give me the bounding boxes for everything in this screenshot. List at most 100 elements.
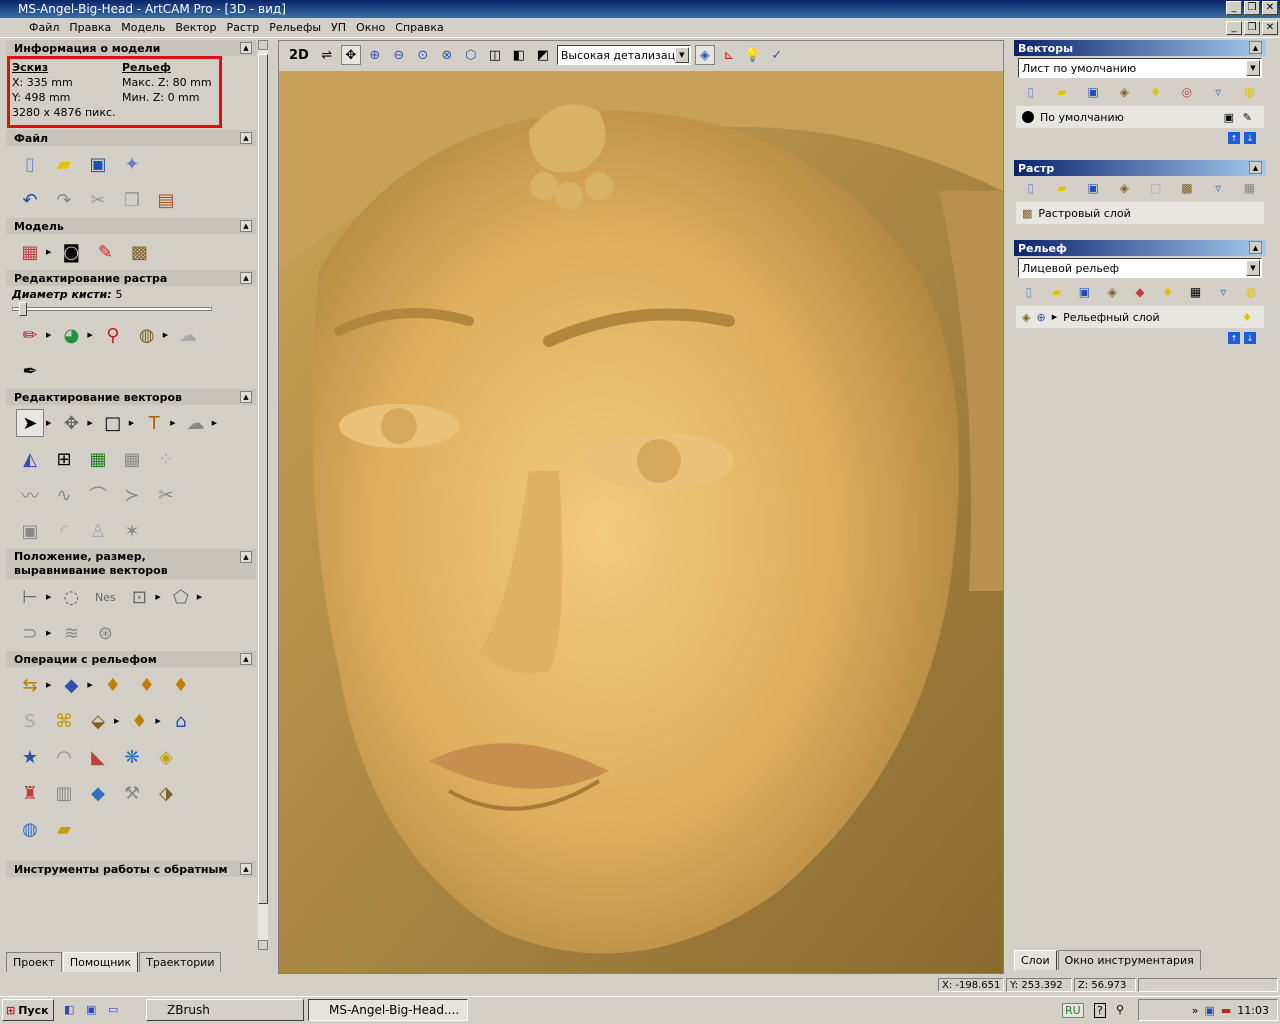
swap-view-icon[interactable]: ⇌ bbox=[317, 45, 337, 65]
undo-icon[interactable]: ↶ bbox=[16, 186, 44, 214]
relief-header[interactable]: Рельеф ▲ bbox=[1014, 240, 1266, 256]
tray-tool-icon[interactable]: ⚲ bbox=[1116, 1003, 1124, 1016]
menu-reliefs[interactable]: Рельефы bbox=[264, 21, 326, 34]
new-relief-icon[interactable]: ▯ bbox=[1020, 285, 1038, 299]
transform-icon[interactable]: ✥ bbox=[57, 409, 85, 437]
delete-relief-icon[interactable]: ▿ bbox=[1214, 285, 1232, 299]
circle-dots-icon[interactable]: ◌ bbox=[57, 583, 85, 611]
globe-icon[interactable]: ◍ bbox=[16, 815, 44, 843]
lang-indicator[interactable]: RU bbox=[1062, 1003, 1084, 1018]
combine-relief-icon[interactable]: ⇆ bbox=[16, 671, 44, 699]
picture-icon[interactable]: ▩ bbox=[125, 238, 153, 266]
fill-icon[interactable]: ◕ bbox=[57, 321, 85, 349]
menu-raster[interactable]: Растр bbox=[221, 21, 264, 34]
check-icon[interactable]: ✓ bbox=[767, 45, 787, 65]
texture-icon[interactable]: ❋ bbox=[118, 743, 146, 771]
open-folder-icon[interactable]: ▰ bbox=[50, 150, 78, 178]
text-icon[interactable]: T bbox=[140, 409, 168, 437]
gray-raster-icon[interactable]: □ bbox=[1145, 181, 1166, 195]
vector-sheet-select[interactable]: Лист по умолчанию ▼ bbox=[1018, 58, 1262, 78]
brush-slider[interactable] bbox=[12, 302, 212, 316]
collapse-icon[interactable]: ▲ bbox=[240, 42, 252, 54]
s-curve-icon[interactable]: S bbox=[16, 707, 44, 735]
2d-view-button[interactable]: 2D bbox=[285, 48, 313, 63]
slider-thumb[interactable] bbox=[19, 302, 27, 316]
iso-view-icon[interactable]: ⬡ bbox=[461, 45, 481, 65]
relief-mode-icon[interactable]: ⊕ bbox=[1036, 311, 1045, 324]
box-icon[interactable]: ▣ bbox=[16, 517, 44, 545]
cut-icon[interactable]: ✂ bbox=[84, 186, 112, 214]
minimize-button[interactable]: _ bbox=[1226, 1, 1242, 15]
scroll-thumb[interactable] bbox=[258, 54, 268, 904]
bucket-icon[interactable]: ♜ bbox=[16, 779, 44, 807]
bulb-icon[interactable]: ◍ bbox=[1239, 85, 1260, 99]
relief-layer[interactable]: ◈ ⊕ ▶ Рельефный слой ♦ bbox=[1016, 306, 1264, 328]
delete-layer-icon[interactable]: ▿ bbox=[1208, 85, 1229, 99]
reverse-tools-header[interactable]: Инструменты работы с обратным ▲ bbox=[6, 861, 256, 877]
chevron-down-icon[interactable]: ▼ bbox=[674, 47, 689, 63]
front-view-icon[interactable]: ◫ bbox=[485, 45, 505, 65]
mirror-icon[interactable]: ⊃ bbox=[16, 619, 44, 647]
color-picker-icon[interactable]: ✎ bbox=[91, 238, 119, 266]
merge-layer-icon[interactable]: ◈ bbox=[1114, 85, 1135, 99]
wrap-icon[interactable]: ≋ bbox=[57, 619, 85, 647]
tab-assistant[interactable]: Помощник bbox=[62, 952, 139, 972]
palette-icon[interactable]: ◍ bbox=[133, 321, 161, 349]
task-artcam[interactable]: MS-Angel-Big-Head.... bbox=[308, 999, 468, 1021]
task-zbrush[interactable]: ZBrush bbox=[146, 999, 304, 1021]
new-file-icon[interactable]: ▯ bbox=[16, 150, 44, 178]
block-copy-icon[interactable]: ⊡ bbox=[125, 583, 153, 611]
menu-help[interactable]: Справка bbox=[390, 21, 448, 34]
open-layer-icon[interactable]: ▰ bbox=[1051, 85, 1072, 99]
paste-icon[interactable]: ▤ bbox=[152, 186, 180, 214]
menu-edit[interactable]: Правка bbox=[64, 21, 116, 34]
position-header[interactable]: Положение, размер, выравнивание векторов… bbox=[6, 549, 256, 579]
dots-icon[interactable]: ⁘ bbox=[152, 445, 180, 473]
relief-grid-icon[interactable]: ▦ bbox=[1187, 285, 1205, 299]
layer-light-icon[interactable]: ♦ bbox=[1145, 85, 1166, 99]
relief-light-icon[interactable]: ♦ bbox=[1159, 285, 1177, 299]
relief-tool3-icon[interactable]: ♦ bbox=[167, 671, 195, 699]
tab-toolbox[interactable]: Окно инструментария bbox=[1057, 950, 1201, 970]
raster-header[interactable]: Растр ▲ bbox=[1014, 160, 1266, 176]
quicklaunch-save-icon[interactable]: ▣ bbox=[86, 1003, 96, 1016]
pan-icon[interactable]: ✥ bbox=[340, 45, 361, 65]
child-close-button[interactable]: ✕ bbox=[1262, 21, 1278, 35]
light-icon[interactable]: 💡 bbox=[743, 45, 763, 65]
merge-raster-icon[interactable]: ◈ bbox=[1114, 181, 1135, 195]
tab-toolpaths[interactable]: Траектории bbox=[139, 952, 222, 972]
frame-icon[interactable]: ▥ bbox=[50, 779, 78, 807]
grayscale-icon[interactable]: ◙ bbox=[57, 238, 85, 266]
collapse-icon[interactable]: ▲ bbox=[240, 551, 252, 563]
save-layer-icon[interactable]: ▣ bbox=[1083, 85, 1104, 99]
tab-layers[interactable]: Слои bbox=[1014, 950, 1057, 970]
collapse-icon[interactable]: ▲ bbox=[240, 220, 252, 232]
raster-layer[interactable]: ▩ Растровый слой bbox=[1016, 202, 1264, 224]
select-arrow-icon[interactable]: ➤ bbox=[16, 409, 44, 437]
raster-settings-icon[interactable]: ▦ bbox=[1239, 181, 1260, 195]
raster-edit-header[interactable]: Редактирование растра ▲ bbox=[6, 270, 256, 286]
zoom-fit-icon[interactable]: ⊗ bbox=[437, 45, 457, 65]
collapse-icon[interactable]: ▲ bbox=[1249, 41, 1262, 54]
vector-text-icon[interactable]: ▦ bbox=[84, 445, 112, 473]
side-view-icon[interactable]: ◧ bbox=[509, 45, 529, 65]
add-node-icon[interactable]: ⊞ bbox=[50, 445, 78, 473]
child-restore-button[interactable]: ❐ bbox=[1244, 21, 1260, 35]
tab-project[interactable]: Проект bbox=[6, 952, 62, 972]
scissors-icon[interactable]: ✂ bbox=[152, 481, 180, 509]
rectangle-icon[interactable]: □ bbox=[99, 409, 127, 437]
layer-color-icon[interactable]: ◎ bbox=[1176, 85, 1197, 99]
right-scrollbar[interactable] bbox=[1268, 40, 1280, 974]
help-icon[interactable]: ? bbox=[1094, 1003, 1106, 1018]
zoom-in-icon[interactable]: ⊕ bbox=[365, 45, 385, 65]
quicklaunch-icon[interactable]: ◧ bbox=[64, 1003, 74, 1016]
tray-expand-icon[interactable]: » bbox=[1192, 1004, 1199, 1017]
vector-cloud-icon[interactable]: ☁ bbox=[182, 409, 210, 437]
relief-select[interactable]: Лицевой рельеф ▼ bbox=[1018, 258, 1262, 278]
menu-vector[interactable]: Вектор bbox=[170, 21, 221, 34]
redo-icon[interactable]: ↷ bbox=[50, 186, 78, 214]
relief-visibility-icon[interactable]: ♦ bbox=[1242, 311, 1252, 324]
axes-icon[interactable]: ⊾ bbox=[719, 45, 739, 65]
collapse-icon[interactable]: ▲ bbox=[240, 653, 252, 665]
model-header[interactable]: Модель ▲ bbox=[6, 218, 256, 234]
